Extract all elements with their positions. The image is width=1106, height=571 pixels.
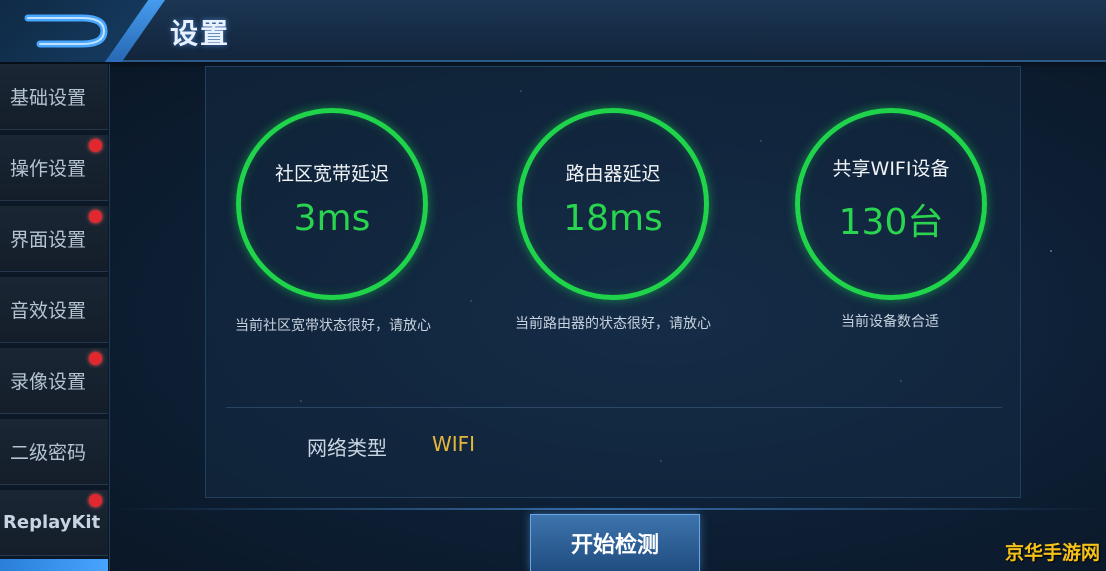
notification-dot-icon [89, 352, 102, 365]
bottom-glow-line [110, 508, 1106, 510]
panel-divider [226, 407, 1002, 408]
start-test-button[interactable]: 开始检测 [530, 514, 700, 571]
sidebar-item-label: 操作设置 [10, 158, 87, 180]
back-button[interactable] [20, 8, 120, 54]
sidebar-item-label: 音效设置 [10, 300, 87, 322]
gauge-label: 路由器延迟 [565, 163, 661, 185]
page-title: 设置 [170, 17, 231, 50]
sidebar-item-label: 录像设置 [10, 371, 87, 393]
sidebar-item-controls[interactable]: 操作设置 [0, 135, 108, 201]
gauge-description: 当前路由器的状态很好，请放心 [515, 316, 711, 332]
sidebar-item-basic[interactable]: 基础设置 [0, 64, 108, 130]
gauge-router-latency: 路由器延迟 18ms [517, 108, 709, 300]
gauge-shared-wifi-devices: 共享WIFI设备 130台 [795, 108, 987, 300]
sidebar-item-label: 基础设置 [10, 87, 87, 109]
network-type-label: 网络类型 [307, 436, 387, 460]
gauge-description: 当前设备数合适 [841, 314, 939, 330]
sidebar-item-label: ReplayKit [3, 512, 101, 533]
notification-dot-icon [89, 139, 102, 152]
sidebar-item-sound[interactable]: 音效设置 [0, 277, 108, 343]
sidebar-item-secondary-password[interactable]: 二级密码 [0, 419, 108, 485]
gauge-label: 共享WIFI设备 [832, 157, 950, 180]
top-bar: 设置 [0, 0, 1106, 62]
notification-dot-icon [89, 494, 102, 507]
back-arrow-icon [24, 14, 108, 48]
sidebar-item-label: 二级密码 [10, 442, 87, 464]
sidebar-item-interface[interactable]: 界面设置 [0, 206, 108, 272]
gauge-description: 当前社区宽带状态很好，请放心 [235, 318, 431, 334]
gauge-label: 社区宽带延迟 [274, 163, 389, 185]
sidebar-item-replaykit[interactable]: ReplayKit [0, 490, 108, 556]
gauge-community-latency: 社区宽带延迟 3ms [236, 108, 428, 300]
gauge-value: 3ms [293, 198, 371, 239]
notification-dot-icon [89, 210, 102, 223]
sidebar-item-recording[interactable]: 录像设置 [0, 348, 108, 414]
gauge-value: 18ms [563, 198, 663, 239]
sidebar-active-indicator [0, 559, 108, 571]
sidebar-item-label: 界面设置 [10, 229, 87, 251]
gauge-value: 130台 [838, 201, 944, 243]
watermark-text: 京华手游网 [1004, 542, 1100, 564]
sidebar: 基础设置 操作设置 界面设置 音效设置 录像设置 二级密码 ReplayKit [0, 64, 110, 571]
network-type-value: WIFI [432, 432, 476, 456]
